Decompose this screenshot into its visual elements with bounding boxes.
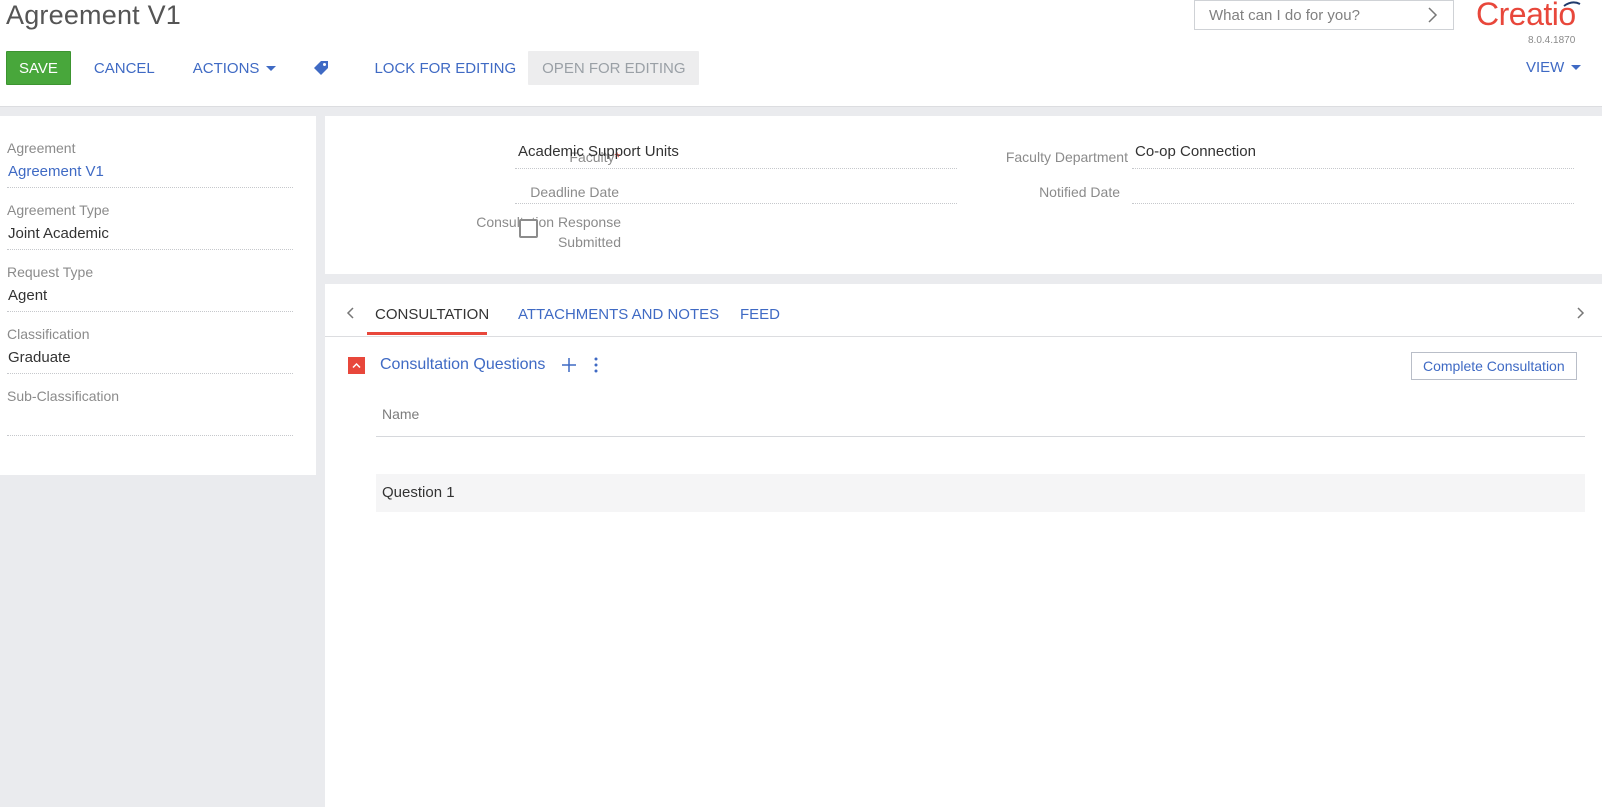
actions-button[interactable]: ACTIONS	[193, 60, 277, 77]
deadline-date-field[interactable]	[515, 178, 957, 204]
notified-date-field[interactable]	[1132, 178, 1574, 204]
version-label: 8.0.4.1870	[1528, 35, 1576, 46]
grid-header: Name	[376, 402, 1585, 437]
faculty-value[interactable]: Academic Support Units	[515, 143, 957, 169]
open-for-editing-button[interactable]: OPEN FOR EDITING	[528, 51, 700, 85]
table-row[interactable]: Question 1	[376, 474, 1585, 512]
tab-consultation[interactable]: CONSULTATION	[375, 306, 489, 323]
tag-icon[interactable]	[312, 59, 330, 77]
plus-icon[interactable]	[561, 357, 577, 373]
tabs-bar: CONSULTATION ATTACHMENTS AND NOTES FEED	[325, 284, 1602, 337]
field-label: Agreement Type	[7, 202, 110, 218]
collapse-section-button[interactable]	[348, 357, 365, 374]
agreement-type-value[interactable]: Joint Academic	[7, 225, 293, 250]
complete-consultation-button[interactable]: Complete Consultation	[1411, 352, 1577, 380]
creatio-logo: Creatio	[1476, 0, 1576, 32]
field-classification: Classification Graduate	[7, 326, 293, 374]
tab-attachments-and-notes[interactable]: ATTACHMENTS AND NOTES	[518, 306, 719, 323]
tab-feed[interactable]: FEED	[740, 306, 780, 323]
active-tab-indicator	[367, 332, 487, 335]
field-agreement-type: Agreement Type Joint Academic	[7, 202, 293, 250]
chevron-right-icon[interactable]	[1423, 6, 1441, 24]
logo-swoosh-icon	[1563, 1, 1581, 7]
chevron-right-icon[interactable]	[1573, 306, 1587, 320]
field-label: Classification	[7, 326, 90, 342]
field-label: Agreement	[7, 140, 76, 156]
notified-date-label: Notified Date	[1039, 184, 1120, 200]
column-header-name[interactable]: Name	[382, 406, 419, 422]
save-button[interactable]: SAVE	[6, 51, 71, 85]
request-type-value[interactable]: Agent	[7, 287, 293, 312]
agreement-link[interactable]: Agreement V1	[7, 163, 293, 188]
chevron-left-icon[interactable]	[344, 306, 358, 320]
field-request-type: Request Type Agent	[7, 264, 293, 312]
detail-tabs-card: CONSULTATION ATTACHMENTS AND NOTES FEED …	[325, 284, 1602, 807]
consultation-questions-title: Consultation Questions	[380, 356, 546, 373]
row-name-cell: Question 1	[382, 484, 455, 501]
caret-down-icon	[1571, 65, 1582, 70]
consultation-response-label: Consultation Response Submitted	[335, 212, 621, 252]
command-search-input[interactable]	[1207, 5, 1423, 25]
view-button[interactable]: VIEW	[1526, 59, 1582, 76]
caret-down-icon	[266, 65, 277, 71]
toolbar: SAVE CANCEL ACTIONS LOCK FOR EDITING OPE…	[6, 51, 700, 85]
faculty-department-value[interactable]: Co-op Connection	[1132, 143, 1574, 169]
field-label: Sub-Classification	[7, 388, 120, 404]
view-label: VIEW	[1526, 59, 1565, 76]
page-header: Agreement V1 Creatio 8.0.4.1870 SAVE CAN…	[0, 0, 1602, 107]
lock-for-editing-button[interactable]: LOCK FOR EDITING	[374, 60, 516, 77]
cancel-button[interactable]: CANCEL	[94, 60, 155, 77]
sub-classification-value[interactable]	[7, 411, 293, 436]
label-line-1: Consultation Response	[476, 214, 621, 230]
consultation-response-checkbox[interactable]	[519, 219, 538, 238]
field-label: Request Type	[7, 264, 94, 280]
classification-value[interactable]: Graduate	[7, 349, 293, 374]
field-sub-classification: Sub-Classification	[7, 388, 293, 436]
command-search-box[interactable]	[1194, 0, 1454, 30]
left-profile-panel: Agreement Agreement V1 Agreement Type Jo…	[0, 116, 316, 475]
more-vertical-icon[interactable]	[593, 356, 599, 374]
faculty-department-label: Faculty Department	[1005, 149, 1128, 165]
field-agreement: Agreement Agreement V1	[7, 140, 293, 188]
chevron-up-icon	[352, 362, 361, 369]
label-line-2: Submitted	[557, 234, 621, 250]
actions-label: ACTIONS	[192, 59, 260, 77]
primary-fields-card: Faculty* Academic Support Units Faculty …	[325, 116, 1602, 274]
page-title: Agreement V1	[6, 0, 181, 30]
